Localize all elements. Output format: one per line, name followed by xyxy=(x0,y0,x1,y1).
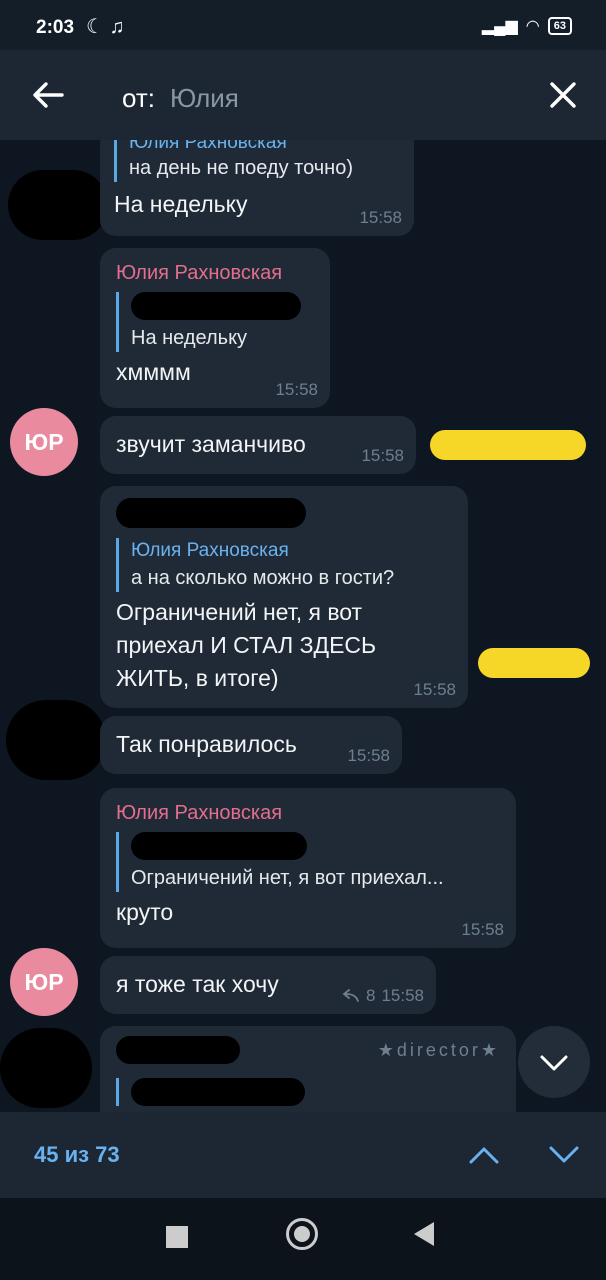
status-bar: 2:03 ☾ ♫ ▂▄▆ ◠ 63 xyxy=(0,0,606,50)
message-time: 15:58 xyxy=(461,920,504,939)
redacted-reply-author xyxy=(131,292,301,320)
reply-author: Юлия Рахновская xyxy=(129,140,287,153)
message-time: 15:58 xyxy=(413,680,456,699)
chat-list[interactable]: Юлия Рахновская на день не поеду точно) … xyxy=(0,140,606,1112)
redaction-highlight xyxy=(430,430,586,460)
status-time: 2:03 xyxy=(36,17,75,38)
sender-name: Юлия Рахновская xyxy=(116,262,283,284)
system-navigation-bar xyxy=(0,1198,606,1280)
result-counter: 45 из 73 xyxy=(34,1142,120,1167)
message-time: 15:58 xyxy=(347,746,390,765)
reply-text: Ограничений нет, я вот приехал... xyxy=(131,867,444,889)
message-text-line: Ограничений нет, я вот xyxy=(116,599,363,625)
reply-arrow-icon xyxy=(342,989,359,1002)
message-bubble[interactable]: Юлия Рахновская Ограничений нет, я вот п… xyxy=(100,788,516,948)
chevron-up-icon[interactable] xyxy=(466,1138,502,1170)
message-text: На недельку xyxy=(114,191,248,217)
message-bubble[interactable]: Юлия Рахновская На недельку хмммм 15:58 xyxy=(100,248,330,408)
message-time: 15:58 xyxy=(359,208,402,227)
message-text-line: приехал И СТАЛ ЗДЕСЬ xyxy=(116,632,377,658)
reply-count: 8 xyxy=(365,986,376,1005)
message-bubble[interactable]: звучит заманчиво 15:58 xyxy=(100,416,416,474)
reply-quote[interactable]: На недельку xyxy=(116,292,314,352)
message-bubble[interactable]: Юлия Рахновская на день не поеду точно) … xyxy=(100,140,414,236)
chevron-down-icon xyxy=(540,1055,568,1071)
reply-author: Юлия Рахновская xyxy=(131,540,289,561)
message-text-line: ЖИТЬ, в итоге) xyxy=(116,665,279,691)
message-text: звучит заманчиво xyxy=(116,431,306,457)
search-filter-prefix: от: xyxy=(122,83,156,113)
avatar[interactable]: ЮР xyxy=(10,408,78,476)
message-time: 15:58 xyxy=(361,446,404,465)
message-bubble[interactable]: я тоже так хочу 8 15:58 xyxy=(100,956,436,1014)
recents-icon[interactable] xyxy=(166,1226,188,1248)
message-meta: 8 15:58 xyxy=(340,986,424,1006)
message-text: Так понравилось xyxy=(116,731,297,757)
home-icon[interactable] xyxy=(286,1218,318,1250)
redacted-sender xyxy=(116,1036,240,1064)
scroll-down-button[interactable] xyxy=(518,1026,590,1098)
reply-quote[interactable]: Ограничений нет, я вот приехал... xyxy=(116,832,500,892)
back-icon[interactable] xyxy=(414,1222,434,1246)
redacted-avatar xyxy=(8,170,108,240)
message-time: 15:58 xyxy=(381,986,424,1005)
redacted-sender xyxy=(116,498,306,528)
chevron-down-icon[interactable] xyxy=(546,1138,582,1170)
message-text: круто xyxy=(116,899,174,925)
signal-icon: ▂▄▆ xyxy=(481,18,518,35)
message-bubble[interactable]: Юлия Рахновская а на сколько можно в гос… xyxy=(100,486,468,708)
battery-icon: 63 xyxy=(547,17,572,35)
search-results-bar: 45 из 73 xyxy=(0,1112,606,1198)
redaction-highlight xyxy=(478,648,590,678)
redacted-avatar xyxy=(6,700,106,780)
status-icons: ▂▄▆ ◠ 63 xyxy=(482,16,572,36)
redacted-reply-author xyxy=(131,1078,305,1106)
message-bubble[interactable]: ★director★ xyxy=(100,1026,516,1112)
sender-name: Юлия Рахновская xyxy=(116,802,283,824)
reply-text: На недельку xyxy=(131,327,248,349)
reply-text: на день не поеду точно) xyxy=(129,157,353,179)
wifi-icon: ◠ xyxy=(525,18,540,35)
close-icon[interactable] xyxy=(548,80,578,110)
reply-quote[interactable]: Юлия Рахновская на день не поеду точно) xyxy=(114,140,400,182)
redacted-avatar xyxy=(0,1028,92,1108)
reply-quote[interactable] xyxy=(116,1078,500,1106)
avatar[interactable]: ЮР xyxy=(10,948,78,1016)
search-input[interactable]: Юлия xyxy=(170,83,239,114)
moon-headphones-icons: ☾ ♫ xyxy=(86,16,125,38)
search-header: от: Юлия xyxy=(0,50,606,140)
redacted-reply-author xyxy=(131,832,307,860)
reply-quote[interactable]: Юлия Рахновская а на сколько можно в гос… xyxy=(116,538,452,592)
reply-text: а на сколько можно в гости? xyxy=(131,567,395,589)
message-time: 15:58 xyxy=(275,380,318,399)
admin-badge: ★director★ xyxy=(377,1040,500,1060)
message-bubble[interactable]: Так понравилось 15:58 xyxy=(100,716,402,774)
back-arrow-icon[interactable] xyxy=(30,78,66,112)
